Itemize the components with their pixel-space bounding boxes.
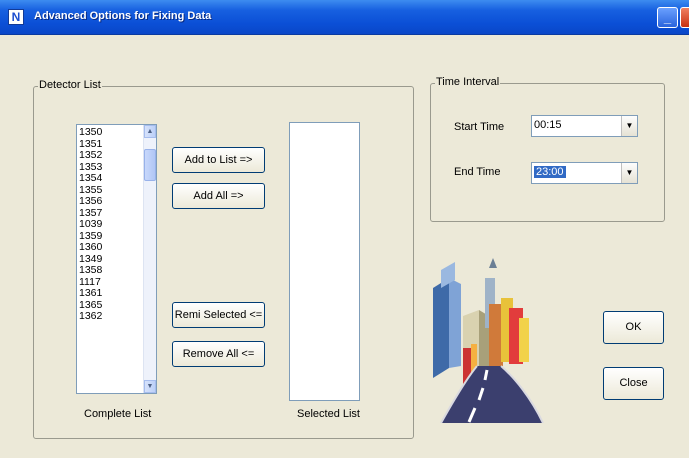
dropdown-arrow-icon[interactable]: ▼ [621,163,637,183]
end-time-value: 23:00 [534,166,566,178]
remove-all-button[interactable]: Remove All <= [172,341,265,367]
start-time-value: 00:15 [534,119,562,131]
complete-list-scrollbar[interactable]: ▲ ▼ [143,125,156,393]
close-button[interactable]: Close [603,367,664,400]
scroll-down-arrow-icon[interactable]: ▼ [144,380,156,393]
ok-button[interactable]: OK [603,311,664,344]
minimize-icon: _ [663,10,672,25]
time-interval-group: Time Interval [430,76,665,222]
dropdown-arrow-icon[interactable]: ▼ [621,116,637,136]
end-time-label: End Time [454,166,501,178]
app-icon: N [8,9,24,25]
complete-list-caption: Complete List [84,408,152,420]
time-interval-legend: Time Interval [435,76,501,88]
complete-listbox[interactable]: 1350 1351 1352 1353 1354 1355 1356 1357 1039 1359… [76,124,157,394]
remove-selected-button[interactable]: Remi Selected <= [172,302,265,328]
selected-list-caption: Selected List [297,408,360,420]
detector-list-legend: Detector List [38,79,102,91]
minimize-button[interactable]: _ [657,7,678,28]
city-road-illustration [433,258,544,423]
selected-listbox[interactable] [289,122,360,401]
dialog-window: N Advanced Options for Fixing Data _ Det… [0,0,689,458]
start-time-combobox[interactable]: 00:15 ▼ [531,115,638,137]
end-time-combobox[interactable]: 23:00 ▼ [531,162,638,184]
start-time-label: Start Time [454,121,505,133]
title-bar[interactable]: N Advanced Options for Fixing Data _ [0,0,689,35]
add-to-list-button[interactable]: Add to List => [172,147,265,173]
window-title: Advanced Options for Fixing Data [34,10,212,22]
scroll-up-arrow-icon[interactable]: ▲ [144,125,156,138]
add-all-button[interactable]: Add All => [172,183,265,209]
scroll-thumb[interactable] [144,149,156,181]
close-window-button[interactable] [680,7,689,28]
